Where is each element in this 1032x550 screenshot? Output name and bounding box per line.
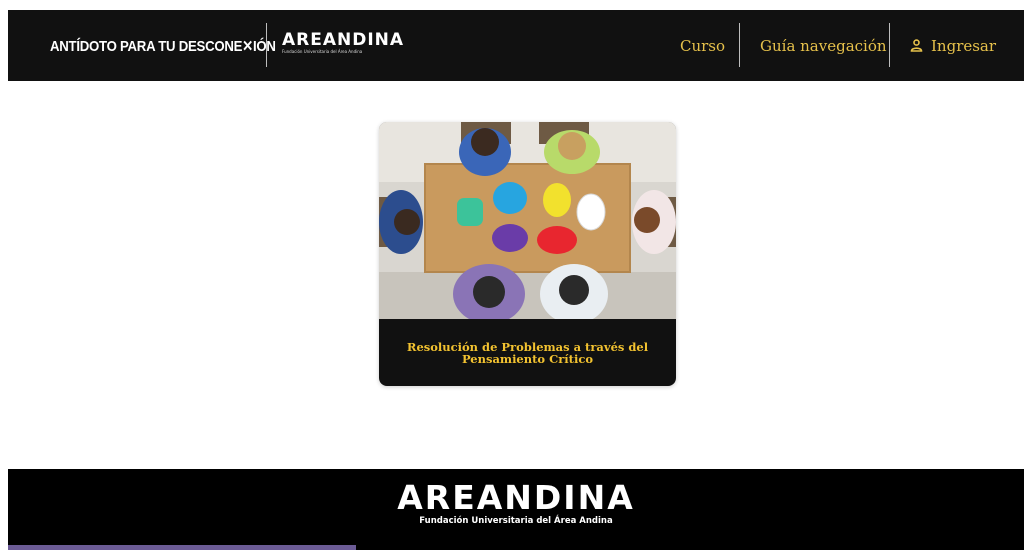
nav-divider	[739, 23, 740, 67]
nav-curso-link[interactable]: Curso	[680, 10, 725, 81]
nav-ingresar-label: Ingresar	[931, 36, 997, 55]
campaign-tagline: ANTÍDOTO PARA TU DESCONE✕IÓN	[50, 37, 276, 55]
nav-guia-navegacion-link[interactable]: Guía navegación	[760, 10, 887, 81]
course-image	[379, 122, 676, 319]
nav-divider	[889, 23, 890, 67]
site-footer: AREANDINA Fundación Universitaria del Ár…	[8, 469, 1024, 550]
footer-logo-subtitle: Fundación Universitaria del Área Andina	[419, 516, 613, 526]
site-header: ANTÍDOTO PARA TU DESCONE✕IÓN AREANDINA F…	[8, 10, 1024, 81]
header-divider	[266, 23, 267, 67]
footer-logo-wordmark: AREANDINA	[397, 478, 635, 517]
footer-areandina-logo: AREANDINA Fundación Universitaria del Ár…	[8, 481, 1024, 527]
areandina-logo[interactable]: AREANDINA Fundación Universitaria del Ár…	[282, 31, 404, 55]
nav-ingresar-link[interactable]: Ingresar	[910, 10, 996, 81]
user-icon	[910, 39, 923, 52]
course-title: Resolución de Problemas a través del Pen…	[406, 339, 649, 366]
footer-notice-strip	[8, 545, 356, 550]
logo-wordmark: AREANDINA	[282, 30, 405, 50]
course-card[interactable]: Resolución de Problemas a través del Pen…	[379, 122, 676, 386]
